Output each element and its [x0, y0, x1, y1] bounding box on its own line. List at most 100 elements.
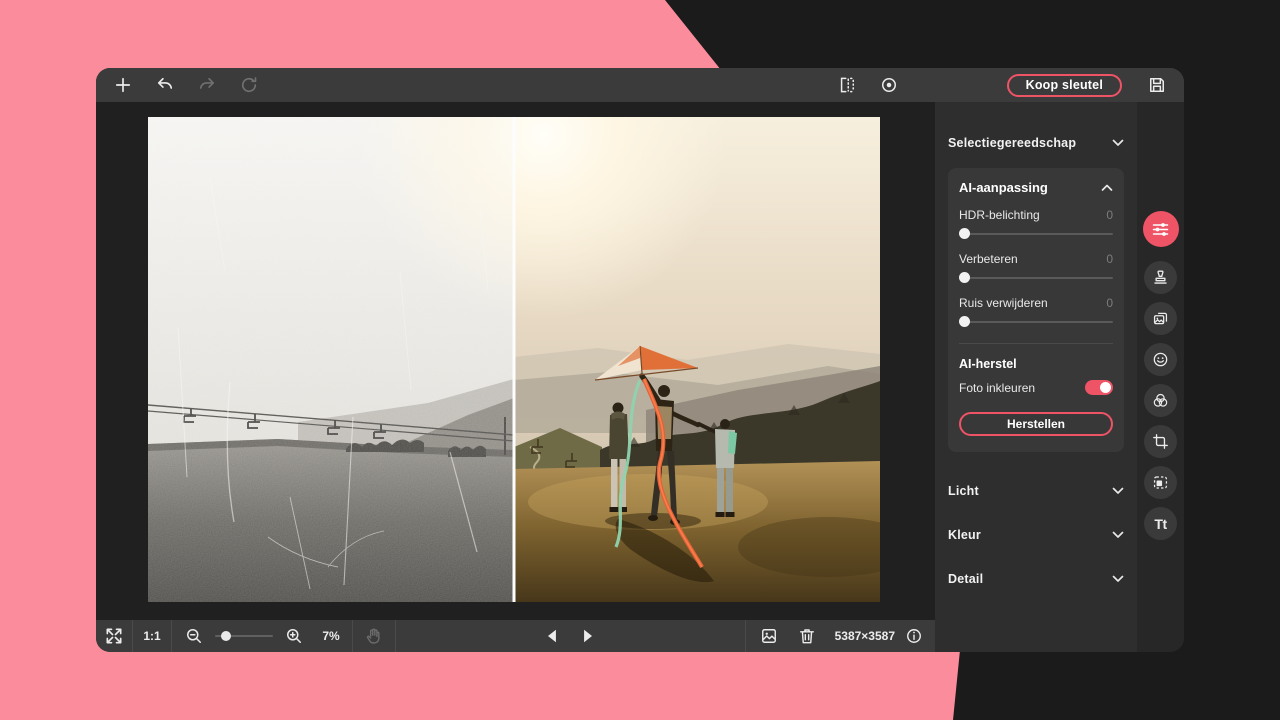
zoom-out-icon: [184, 626, 204, 646]
colorize-row: Foto inkleuren: [959, 380, 1113, 395]
enhance-slider-group: Verbeteren 0: [959, 251, 1113, 283]
hdr-slider-thumb[interactable]: [959, 228, 970, 239]
redo-button[interactable]: [194, 72, 220, 98]
redo-icon: [197, 75, 217, 95]
section-detail[interactable]: Detail: [948, 570, 1124, 588]
chevron-up-icon: [1101, 184, 1113, 192]
hdr-slider[interactable]: [959, 228, 1113, 239]
text-tool-glyph: Tt: [1154, 516, 1166, 532]
preview-original-button[interactable]: [876, 72, 902, 98]
section-ai-adjustment[interactable]: AI-aanpassing: [959, 180, 1113, 195]
info-button[interactable]: [901, 623, 927, 649]
undo-button[interactable]: [152, 72, 178, 98]
buy-key-label: Koop sleutel: [1026, 78, 1103, 92]
fit-to-screen-button[interactable]: [101, 623, 127, 649]
canvas-workspace[interactable]: [96, 102, 935, 620]
crop-tool-button[interactable]: [1144, 425, 1177, 458]
zoom-slider[interactable]: [215, 630, 273, 642]
zoom-in-icon: [284, 626, 304, 646]
selection-frame-tool-button[interactable]: [1144, 466, 1177, 499]
insert-image-tool-button[interactable]: [1144, 302, 1177, 335]
undo-icon: [155, 75, 175, 95]
hdr-slider-value: 0: [1106, 208, 1113, 222]
trash-icon: [797, 626, 817, 646]
save-icon: [1147, 75, 1167, 95]
denoise-slider[interactable]: [959, 316, 1113, 327]
adjustments-panel: Selectiegereedschap AI-aanpassing HDR-be…: [935, 102, 1137, 652]
colorize-toggle[interactable]: [1085, 380, 1113, 395]
chevron-down-icon: [1112, 575, 1124, 583]
top-toolbar: Koop sleutel: [96, 68, 1184, 102]
section-light[interactable]: Licht: [948, 482, 1124, 500]
expand-icon: [104, 626, 124, 646]
hand-icon: [364, 626, 384, 646]
chevron-down-icon: [1112, 139, 1124, 147]
enhance-slider[interactable]: [959, 272, 1113, 283]
enhance-slider-track[interactable]: [959, 277, 1113, 279]
hdr-slider-label: HDR-belichting: [959, 208, 1040, 222]
stamp-icon: [1151, 268, 1170, 287]
photo-illustration: [148, 117, 880, 602]
ai-restore-title: AI-herstel: [959, 357, 1113, 371]
light-section-label: Licht: [948, 484, 979, 498]
hand-tool-button[interactable]: [361, 623, 387, 649]
adjustments-tool-button[interactable]: [1143, 211, 1179, 247]
ai-adjustment-card: AI-aanpassing HDR-belichting 0 Ver: [948, 168, 1124, 452]
clone-stamp-tool-button[interactable]: [1144, 261, 1177, 294]
enhance-slider-value: 0: [1106, 252, 1113, 266]
zoom-in-button[interactable]: [281, 623, 307, 649]
arrow-left-icon: [543, 626, 563, 646]
ai-adjustment-title: AI-aanpassing: [959, 180, 1048, 195]
next-photo-button[interactable]: [574, 623, 600, 649]
arrow-right-icon: [577, 626, 597, 646]
enhance-slider-thumb[interactable]: [959, 272, 970, 283]
actual-size-button[interactable]: 1:1: [137, 623, 167, 649]
canvas-column: 1:1 7%: [96, 102, 935, 652]
denoise-slider-value: 0: [1106, 296, 1113, 310]
bottom-status-bar: 1:1 7%: [96, 620, 935, 652]
pictures-icon: [1151, 309, 1170, 328]
previous-photo-button[interactable]: [540, 623, 566, 649]
denoise-slider-group: Ruis verwijderen 0: [959, 295, 1113, 327]
compare-split-icon: [837, 75, 857, 95]
delete-photo-button[interactable]: [794, 623, 820, 649]
chevron-down-icon: [1112, 531, 1124, 539]
tool-rail: Tt: [1137, 102, 1184, 652]
colorize-toggle-knob[interactable]: [1100, 382, 1111, 393]
stickers-tool-button[interactable]: [1144, 343, 1177, 376]
zoom-slider-thumb[interactable]: [221, 631, 231, 641]
plus-icon: [113, 75, 133, 95]
crop-icon: [1151, 432, 1170, 451]
save-button[interactable]: [1144, 72, 1170, 98]
hdr-slider-group: HDR-belichting 0: [959, 207, 1113, 239]
ratio-label: 1:1: [143, 629, 160, 643]
colorize-label: Foto inkleuren: [959, 381, 1035, 395]
denoise-slider-label: Ruis verwijderen: [959, 296, 1048, 310]
photo-before-after[interactable]: [148, 117, 880, 602]
zoom-percent-label: 7%: [317, 629, 345, 643]
hdr-slider-track[interactable]: [959, 233, 1113, 235]
compare-before-after-button[interactable]: [834, 72, 860, 98]
frame-select-icon: [1151, 473, 1170, 492]
text-tool-button[interactable]: Tt: [1144, 507, 1177, 540]
info-icon: [904, 626, 924, 646]
app-window: Koop sleutel: [96, 68, 1184, 652]
eye-icon: [879, 75, 899, 95]
smiley-icon: [1151, 350, 1170, 369]
denoise-slider-track[interactable]: [959, 321, 1113, 323]
section-selection-tool[interactable]: Selectiegereedschap: [948, 134, 1124, 152]
detail-section-label: Detail: [948, 572, 983, 586]
refresh-icon: [239, 75, 259, 95]
buy-key-button[interactable]: Koop sleutel: [1007, 74, 1122, 97]
zoom-out-button[interactable]: [181, 623, 207, 649]
image-info-thumbnail-button[interactable]: [756, 623, 782, 649]
denoise-slider-thumb[interactable]: [959, 316, 970, 327]
restore-button[interactable]: Herstellen: [959, 412, 1113, 436]
topbar-right-group: Koop sleutel: [834, 72, 1170, 98]
card-divider: [959, 343, 1113, 344]
reset-button[interactable]: [236, 72, 262, 98]
section-color[interactable]: Kleur: [948, 526, 1124, 544]
color-circles-icon: [1151, 391, 1170, 410]
add-photo-button[interactable]: [110, 72, 136, 98]
filters-tool-button[interactable]: [1144, 384, 1177, 417]
